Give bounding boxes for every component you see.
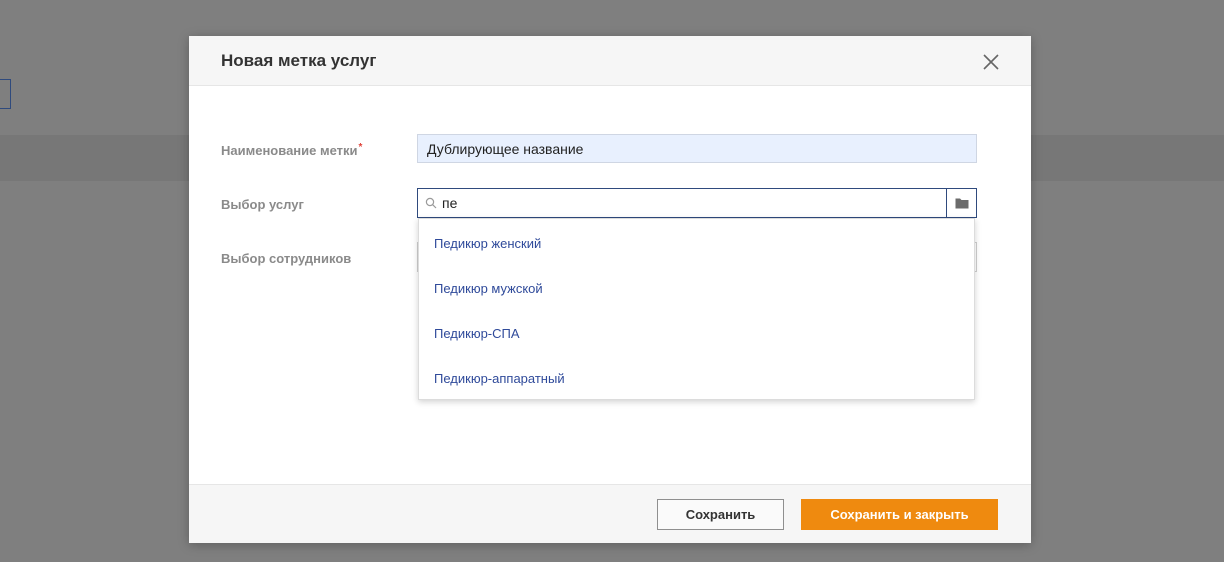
services-suggestions-dropdown: Педикюр женский Педикюр мужской Педикюр-… xyxy=(418,218,975,400)
staff-label: Выбор сотрудников xyxy=(221,251,352,266)
close-icon xyxy=(983,54,999,70)
services-search-input[interactable] xyxy=(442,189,942,217)
suggestion-item[interactable]: Педикюр-СПА xyxy=(434,326,520,341)
tag-name-label: Наименование метки* xyxy=(221,142,363,158)
suggestion-item[interactable]: Педикюр мужской xyxy=(434,281,543,296)
folder-icon xyxy=(955,198,968,209)
tag-name-label-text: Наименование метки xyxy=(221,143,358,158)
services-label: Выбор услуг xyxy=(221,197,304,212)
suggestion-item[interactable]: Педикюр женский xyxy=(434,236,541,251)
services-search-field xyxy=(417,188,977,218)
services-browse-button[interactable] xyxy=(946,189,976,217)
tag-name-input[interactable] xyxy=(417,134,977,163)
dialog-header: Новая метка услуг xyxy=(189,36,1031,86)
save-button[interactable]: Сохранить xyxy=(657,499,784,530)
new-service-tag-dialog: Новая метка услуг Наименование метки* Вы… xyxy=(189,36,1031,543)
save-and-close-button[interactable]: Сохранить и закрыть xyxy=(801,499,998,530)
dialog-title: Новая метка услуг xyxy=(221,51,377,70)
dialog-footer: Сохранить Сохранить и закрыть xyxy=(189,484,1031,543)
required-mark: * xyxy=(358,142,363,153)
suggestion-item[interactable]: Педикюр-аппаратный xyxy=(434,371,565,386)
close-button[interactable] xyxy=(979,50,1003,74)
search-icon xyxy=(425,197,437,209)
